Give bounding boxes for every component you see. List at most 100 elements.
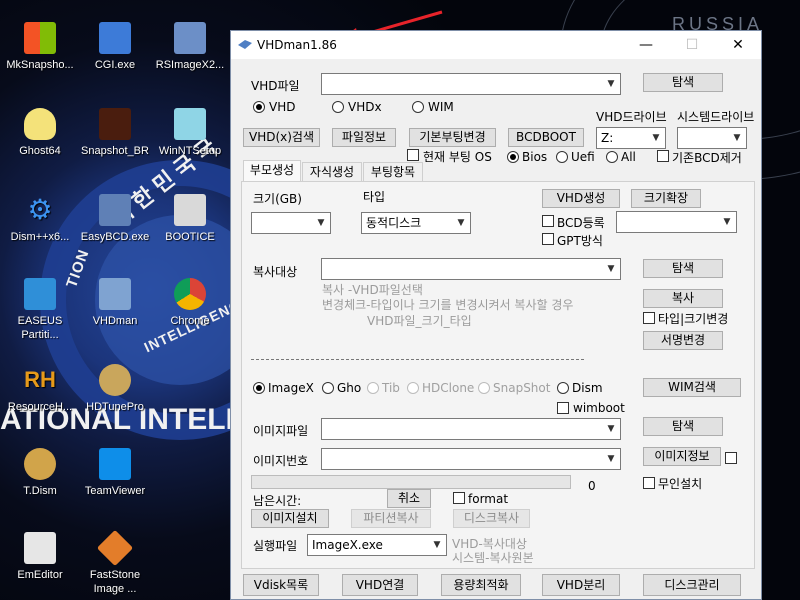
- desktop-icon-dism[interactable]: ⚙ Dism++x6...: [1, 194, 79, 244]
- radio-uefi[interactable]: [556, 151, 568, 163]
- image-file-combo[interactable]: ▼: [321, 418, 621, 440]
- disk-type-combo[interactable]: 동적디스크 ▼: [361, 212, 471, 234]
- emeditor-icon: [24, 532, 56, 564]
- minimize-button[interactable]: —: [623, 31, 669, 59]
- capacity-optimize-button[interactable]: 용량최적화: [441, 574, 521, 596]
- system-drive-label: 시스템드라이브: [677, 110, 755, 124]
- desktop-icon-label: Chrome: [170, 315, 210, 327]
- vhd-create-button[interactable]: VHD생성: [542, 189, 620, 208]
- radio-vhd[interactable]: [253, 101, 265, 113]
- radio-hdclone[interactable]: [407, 382, 419, 394]
- size-expand-button[interactable]: 크기확장: [631, 189, 701, 208]
- desktop-icon-easeus[interactable]: EASEUS Partiti...: [1, 278, 79, 342]
- chevron-down-icon: ▼: [457, 218, 465, 228]
- desktop-icon-label: VHDman: [92, 315, 138, 327]
- gpt-mode-checkbox[interactable]: [542, 233, 554, 245]
- system-drive-combo[interactable]: ▼: [677, 127, 747, 149]
- maximize-button[interactable]: ☐: [669, 31, 715, 59]
- exec-file-combo[interactable]: ImageX.exe ▼: [307, 534, 447, 556]
- radio-all[interactable]: [606, 151, 618, 163]
- type-size-change-checkbox[interactable]: [643, 312, 655, 324]
- desktop-icon-faststone[interactable]: FastStone Image ...: [76, 529, 154, 596]
- desktop-icon-hdtune[interactable]: HDTunePro: [76, 364, 154, 414]
- image-info-checkbox[interactable]: [725, 452, 737, 464]
- desktop-icon-ghost64[interactable]: Ghost64: [1, 108, 79, 158]
- format-label: format: [468, 492, 509, 506]
- bcd-register-checkbox[interactable]: [542, 215, 554, 227]
- browse-copy-target-button[interactable]: 탐색: [643, 259, 723, 278]
- desktop-icon-cgi[interactable]: CGI.exe: [76, 22, 154, 72]
- vhd-detach-button[interactable]: VHD분리: [542, 574, 620, 596]
- signature-change-button[interactable]: 서명변경: [643, 331, 723, 350]
- desktop-icon-snapshot-br[interactable]: Snapshot_BR: [76, 108, 154, 158]
- radio-wim[interactable]: [412, 101, 424, 113]
- image-number-label: 이미지번호: [253, 454, 309, 468]
- bcd-register-label: BCD등록: [557, 216, 605, 230]
- tab-child-create[interactable]: 자식생성: [302, 162, 362, 182]
- vhdman-window: VHDman1.86 — ☐ ✕ VHD파일 ▼ 탐색 VHD VHDx WIM…: [230, 30, 762, 600]
- desktop-icon-bootice[interactable]: BOOTICE: [151, 194, 229, 244]
- partition-copy-button[interactable]: 파티션복사: [351, 509, 431, 528]
- radio-bios-label: Bios: [522, 150, 548, 164]
- copy-target-combo[interactable]: ▼: [321, 258, 621, 280]
- radio-imagex[interactable]: [253, 382, 265, 394]
- tab-boot-entries[interactable]: 부팅항목: [363, 162, 423, 182]
- desktop-icon-teamviewer[interactable]: TeamViewer: [76, 448, 154, 498]
- desktop-icon-label: EasyBCD.exe: [80, 231, 150, 243]
- radio-vhdx[interactable]: [332, 101, 344, 113]
- size-gb-combo[interactable]: ▼: [251, 212, 331, 234]
- desktop-icon-tdism[interactable]: T.Dism: [1, 448, 79, 498]
- wim-search-button[interactable]: WIM검색: [643, 378, 741, 397]
- vhd-attach-button[interactable]: VHD연결: [342, 574, 418, 596]
- file-info-button[interactable]: 파일정보: [332, 128, 396, 147]
- desktop-icon-winntsetup[interactable]: WinNTSetup: [151, 108, 229, 158]
- vhd-drive-combo[interactable]: Z: ▼: [596, 127, 666, 149]
- browse-vhd-button[interactable]: 탐색: [643, 73, 723, 92]
- radio-tib[interactable]: [367, 382, 379, 394]
- delete-existing-bcd-checkbox[interactable]: [657, 150, 669, 162]
- tab-parent-create[interactable]: 부모생성: [243, 160, 301, 182]
- bcd-register-combo[interactable]: ▼: [616, 211, 737, 233]
- disk-copy-button[interactable]: 디스크복사: [453, 509, 530, 528]
- image-number-combo[interactable]: ▼: [321, 448, 621, 470]
- radio-tib-label: Tib: [382, 381, 400, 395]
- current-boot-os-checkbox[interactable]: [407, 149, 419, 161]
- image-file-label: 이미지파일: [253, 424, 309, 438]
- default-boot-change-button[interactable]: 기본부팅변경: [409, 128, 496, 147]
- vdisk-list-button[interactable]: Vdisk목록: [243, 574, 319, 596]
- disk-management-button[interactable]: 디스크관리: [643, 574, 741, 596]
- desktop-icon-resource-hacker[interactable]: RH ResourceH...: [1, 364, 79, 414]
- format-checkbox[interactable]: [453, 492, 465, 504]
- radio-gho[interactable]: [322, 382, 334, 394]
- unattended-install-checkbox[interactable]: [643, 477, 655, 489]
- radio-dism[interactable]: [557, 382, 569, 394]
- desktop-icon-mksnapshot[interactable]: MkSnapsho...: [1, 22, 79, 72]
- radio-dism-label: Dism: [572, 381, 603, 395]
- easybcd-icon: [99, 194, 131, 226]
- desktop-icon-rsimagex[interactable]: RSImageX2...: [151, 22, 229, 72]
- radio-uefi-label: Uefi: [571, 150, 595, 164]
- desktop-icon-chrome[interactable]: Chrome: [151, 278, 229, 328]
- copy-button[interactable]: 복사: [643, 289, 723, 308]
- remaining-time-label: 남은시간:: [253, 494, 302, 508]
- bcdboot-button[interactable]: BCDBOOT: [508, 128, 584, 147]
- title-bar[interactable]: VHDman1.86 — ☐ ✕: [231, 31, 761, 59]
- image-info-button[interactable]: 이미지정보: [643, 447, 721, 466]
- radio-vhdx-label: VHDx: [348, 100, 382, 114]
- close-button[interactable]: ✕: [715, 31, 761, 59]
- chevron-down-icon: ▼: [652, 133, 660, 143]
- radio-snapshot[interactable]: [478, 382, 490, 394]
- vhd-file-combo[interactable]: ▼: [321, 73, 621, 95]
- vhd-search-button[interactable]: VHD(x)검색: [243, 128, 320, 147]
- radio-bios[interactable]: [507, 151, 519, 163]
- cancel-button[interactable]: 취소: [387, 489, 431, 508]
- wimboot-checkbox[interactable]: [557, 402, 569, 414]
- vhd-drive-label: VHD드라이브: [596, 110, 667, 124]
- browse-image-button[interactable]: 탐색: [643, 417, 723, 436]
- vhd-drive-value: Z:: [601, 131, 614, 145]
- unattended-install-label: 무인설치: [658, 477, 703, 491]
- image-install-button[interactable]: 이미지설치: [251, 509, 329, 528]
- desktop-icon-emeditor[interactable]: EmEditor: [1, 532, 79, 582]
- desktop-icon-easybcd[interactable]: EasyBCD.exe: [76, 194, 154, 244]
- desktop-icon-vhdman[interactable]: VHDman: [76, 278, 154, 328]
